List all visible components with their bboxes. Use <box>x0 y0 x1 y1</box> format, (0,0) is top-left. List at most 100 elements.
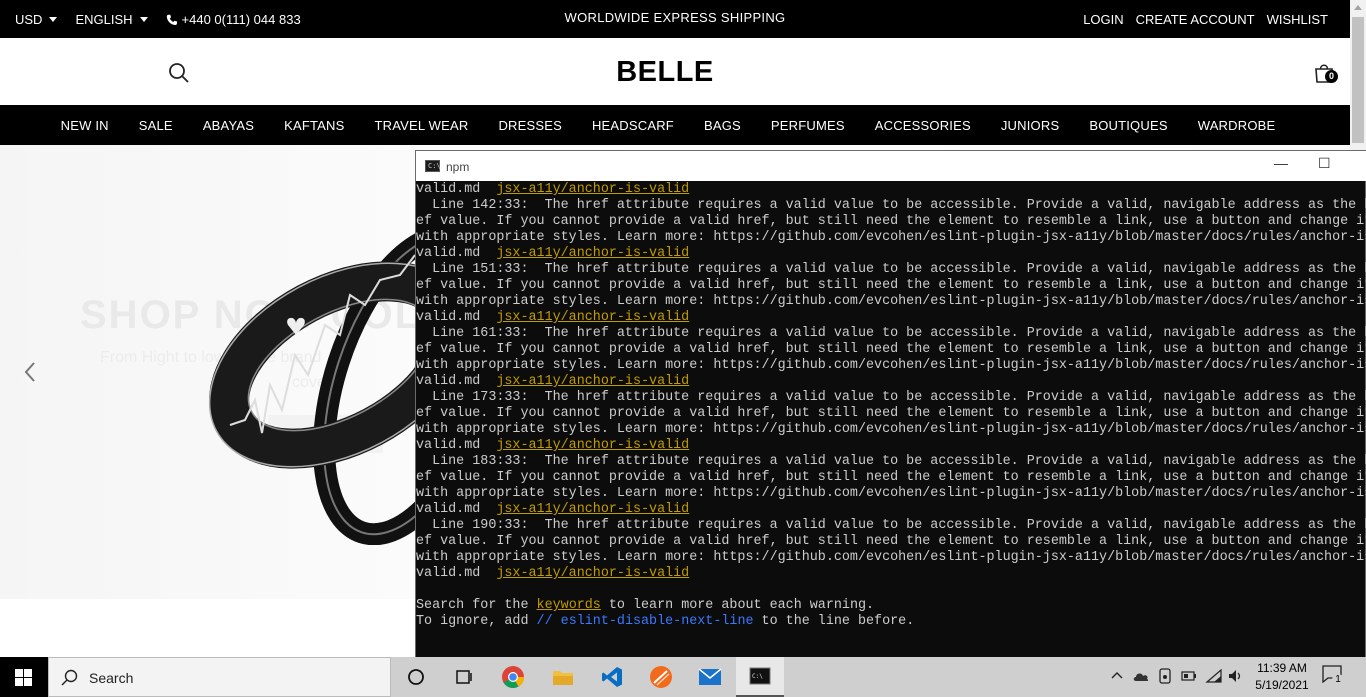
nav-item-headscarf[interactable]: HEADSCARF <box>592 118 674 133</box>
console-line: with appropriate styles. Learn more: htt… <box>416 550 1366 566</box>
console-text: Line 142:33: The href attribute requires… <box>416 198 1366 213</box>
app-icon <box>650 666 672 688</box>
nav-item-kaftans[interactable]: KAFTANS <box>284 118 344 133</box>
maximize-button[interactable]: ☐ <box>1318 155 1331 172</box>
cortana-button[interactable] <box>392 657 440 697</box>
vscode-button[interactable] <box>588 657 636 697</box>
console-line: with appropriate styles. Learn more: htt… <box>416 294 1366 310</box>
svg-text:C:\: C:\ <box>752 673 763 680</box>
create-account-link[interactable]: CREATE ACCOUNT <box>1136 12 1255 27</box>
task-view-icon <box>456 670 472 684</box>
clock-time: 11:39 AM <box>1257 661 1307 675</box>
console-text: ef value. If you cannot provide a valid … <box>416 534 1366 549</box>
scroll-up-arrow[interactable] <box>1354 5 1362 10</box>
console-text: with appropriate styles. Learn more: htt… <box>416 358 1366 373</box>
cart-count-badge: 0 <box>1325 70 1338 83</box>
console-text: valid.md <box>416 502 497 517</box>
site-header: BELLE 0 <box>0 38 1350 105</box>
cart-button[interactable]: 0 <box>1313 62 1338 89</box>
nav-item-accessories[interactable]: ACCESSORIES <box>875 118 971 133</box>
npm-console-window[interactable]: C:\ npm — ☐ valid.md jsx-a11y/anchor-is-… <box>415 150 1366 657</box>
cmd-icon: C:\ <box>749 667 771 685</box>
console-text: valid.md <box>416 566 497 581</box>
volume-icon[interactable] <box>1228 669 1244 683</box>
nav-item-sale[interactable]: SALE <box>139 118 173 133</box>
console-text: Line 151:33: The href attribute requires… <box>416 262 1366 277</box>
console-text: with appropriate styles. Learn more: htt… <box>416 422 1366 437</box>
console-line: To ignore, add // eslint-disable-next-li… <box>416 614 1366 630</box>
console-link[interactable]: jsx-a11y/anchor-is-valid <box>496 182 689 197</box>
battery-icon[interactable] <box>1181 671 1197 681</box>
nav-item-travel-wear[interactable]: TRAVEL WEAR <box>375 118 469 133</box>
console-text: To ignore, add <box>416 614 537 629</box>
console-line: with appropriate styles. Learn more: htt… <box>416 230 1366 246</box>
mail-button[interactable] <box>686 657 734 697</box>
mail-icon <box>698 668 722 685</box>
console-line: valid.md jsx-a11y/anchor-is-valid <box>416 310 1366 326</box>
chevron-up-icon[interactable] <box>1111 670 1123 682</box>
console-text: ef value. If you cannot provide a valid … <box>416 342 1366 357</box>
console-text: Line 173:33: The href attribute requires… <box>416 390 1366 405</box>
main-nav: NEW IN SALE ABAYAS KAFTANS TRAVEL WEAR D… <box>0 105 1350 145</box>
console-text: ef value. If you cannot provide a valid … <box>416 470 1366 485</box>
console-line: ef value. If you cannot provide a valid … <box>416 406 1366 422</box>
nav-item-wardrobe[interactable]: WARDROBE <box>1198 118 1276 133</box>
console-line: valid.md jsx-a11y/anchor-is-valid <box>416 374 1366 390</box>
console-text: with appropriate styles. Learn more: htt… <box>416 486 1366 501</box>
nav-item-perfumes[interactable]: PERFUMES <box>771 118 845 133</box>
clock-date: 5/19/2021 <box>1255 678 1309 692</box>
onedrive-icon[interactable] <box>1132 670 1150 682</box>
nav-item-new-in[interactable]: NEW IN <box>61 118 109 133</box>
console-link[interactable]: keywords <box>537 598 601 613</box>
nav-item-dresses[interactable]: DRESSES <box>498 118 562 133</box>
console-line: with appropriate styles. Learn more: htt… <box>416 422 1366 438</box>
device-icon[interactable] <box>1158 668 1172 684</box>
window-titlebar[interactable]: C:\ npm — ☐ <box>416 151 1366 181</box>
cmd-taskbar-button[interactable]: C:\ <box>736 657 784 697</box>
console-line: with appropriate styles. Learn more: htt… <box>416 358 1366 374</box>
slider-prev-button[interactable] <box>22 360 38 389</box>
task-view-button[interactable] <box>440 657 488 697</box>
wifi-icon[interactable] <box>1205 669 1223 683</box>
file-explorer-button[interactable] <box>539 657 587 697</box>
nav-item-juniors[interactable]: JUNIORS <box>1001 118 1059 133</box>
console-line: Line 183:33: The href attribute requires… <box>416 454 1366 470</box>
app-button[interactable] <box>637 657 685 697</box>
chrome-button[interactable] <box>489 657 537 697</box>
wishlist-link[interactable]: WISHLIST <box>1267 12 1328 27</box>
nav-item-bags[interactable]: BAGS <box>704 118 741 133</box>
taskbar-clock[interactable]: 11:39 AM 5/19/2021 <box>1252 660 1312 694</box>
console-link[interactable]: jsx-a11y/anchor-is-valid <box>496 246 689 261</box>
page-below-hero <box>0 599 416 657</box>
nav-item-boutiques[interactable]: BOUTIQUES <box>1089 118 1167 133</box>
window-title: npm <box>446 160 470 174</box>
console-line: Line 190:33: The href attribute requires… <box>416 518 1366 534</box>
console-text: to the line before. <box>753 614 915 629</box>
console-text: valid.md <box>416 374 497 389</box>
console-line: ef value. If you cannot provide a valid … <box>416 278 1366 294</box>
file-explorer-icon <box>553 671 573 685</box>
taskbar-search-box[interactable]: Search <box>48 657 391 697</box>
console-link[interactable]: jsx-a11y/anchor-is-valid <box>496 502 689 517</box>
console-line: valid.md jsx-a11y/anchor-is-valid <box>416 182 1366 198</box>
console-link[interactable]: jsx-a11y/anchor-is-valid <box>496 310 689 325</box>
start-button[interactable] <box>0 657 48 697</box>
console-text: valid.md <box>416 246 497 261</box>
console-line: valid.md jsx-a11y/anchor-is-valid <box>416 566 1366 582</box>
nav-item-abayas[interactable]: ABAYAS <box>203 118 254 133</box>
site-logo[interactable]: BELLE <box>0 56 1330 89</box>
console-output[interactable]: valid.md jsx-a11y/anchor-is-valid Line 1… <box>416 182 1366 658</box>
console-line: Search for the keywords to learn more ab… <box>416 598 1366 614</box>
scrollbar-thumb[interactable] <box>1352 17 1364 143</box>
notification-button[interactable]: 1 <box>1322 665 1348 691</box>
login-link[interactable]: LOGIN <box>1083 12 1123 27</box>
console-link[interactable]: jsx-a11y/anchor-is-valid <box>496 438 689 453</box>
console-link[interactable]: jsx-a11y/anchor-is-valid <box>496 566 689 581</box>
console-line: ef value. If you cannot provide a valid … <box>416 534 1366 550</box>
windows-start-icon <box>15 669 32 686</box>
console-link[interactable]: jsx-a11y/anchor-is-valid <box>496 374 689 389</box>
console-text: valid.md <box>416 310 497 325</box>
taskbar-search-label: Search <box>89 670 134 686</box>
console-text: Line 183:33: The href attribute requires… <box>416 454 1366 469</box>
minimize-button[interactable]: — <box>1274 155 1288 171</box>
